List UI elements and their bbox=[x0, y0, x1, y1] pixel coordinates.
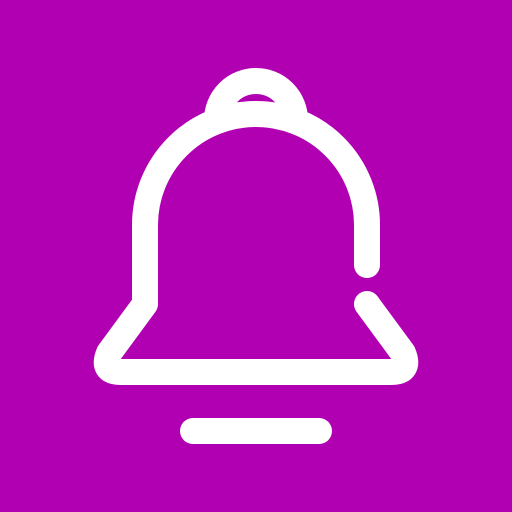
bell-icon bbox=[0, 0, 512, 512]
notification-app-icon bbox=[0, 0, 512, 512]
